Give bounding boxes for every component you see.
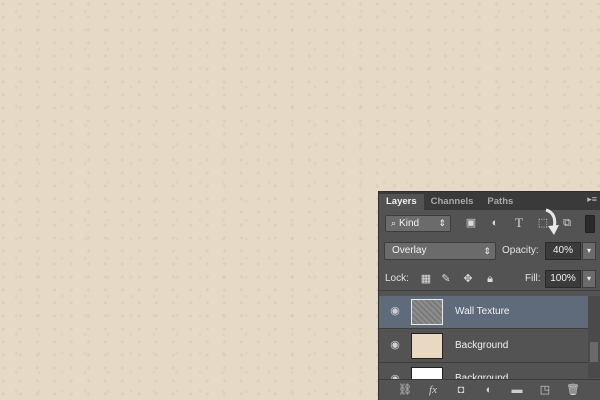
kind-label: Kind [399,218,420,229]
lock-row: Lock: ▦ ✎ ✥ 🔒︎ Fill: 100% ▾ [379,268,600,291]
layer-thumbnail [411,333,443,359]
fill-dropdown-button[interactable]: ▾ [582,270,596,288]
trash-icon[interactable]: 🗑︎ [565,383,581,397]
layer-row-wall-texture[interactable]: ◉ Wall Texture [379,296,588,329]
scrollbar-thumb[interactable] [590,342,598,362]
new-layer-icon[interactable]: ◳ [537,383,553,397]
tab-paths[interactable]: Paths [480,194,520,210]
fx-icon[interactable]: fx [425,383,441,397]
panel-menu-icon[interactable]: ▸≡ [587,194,597,205]
blend-row: Overlay ⇕ Opacity: 40% ▾ [379,240,600,262]
eye-icon[interactable]: ◉ [388,305,402,317]
search-icon: ⌕ [391,218,397,228]
eye-icon[interactable]: ◉ [388,339,402,351]
opacity-input[interactable]: 40% [545,242,581,260]
filter-toggle[interactable] [585,215,595,233]
adjustment-filter-icon[interactable]: ◐ [487,215,503,231]
link-icon[interactable]: ⛓ [397,383,413,397]
lock-move-icon[interactable]: ✥ [461,272,475,286]
tab-layers[interactable]: Layers [379,194,424,210]
fill-input[interactable]: 100% [545,270,581,288]
tab-channels[interactable]: Channels [424,194,481,210]
layers-panel: Layers Channels Paths ▸≡ ⌕ Kind ⇕ ▣ ◐ T ⬚… [378,191,600,400]
blend-mode-select[interactable]: Overlay ⇕ [384,242,496,260]
chevron-updown-icon: ⇕ [438,218,446,228]
layer-name[interactable]: Background [455,330,508,362]
layer-name[interactable]: Wall Texture [455,296,509,328]
lock-all-icon[interactable]: 🔒︎ [483,272,497,286]
filter-row: ⌕ Kind ⇕ ▣ ◐ T ⬚ ⧉ [379,212,600,236]
annotation-arrow-icon [545,208,559,235]
layer-thumbnail [411,299,443,325]
layer-row-background-2[interactable]: ◉ Background [379,364,588,380]
type-filter-icon[interactable]: T [511,215,527,231]
panel-tabs: Layers Channels Paths ▸≡ [379,192,600,210]
layer-row-background[interactable]: ◉ Background [379,330,588,363]
adjustment-icon[interactable]: ◐ [481,383,497,397]
folder-icon[interactable]: ▬ [509,383,525,397]
blend-mode-value: Overlay [392,245,427,256]
layer-name[interactable]: Background [455,364,508,379]
image-filter-icon[interactable]: ▣ [463,215,479,231]
lock-paint-icon[interactable]: ✎ [439,272,453,286]
fill-label: Fill: [525,273,541,284]
mask-icon[interactable]: ◘ [453,383,469,397]
chevron-updown-icon: ⇕ [483,246,491,256]
layers-footer-toolbar: ⛓ fx ◘ ◐ ▬ ◳ 🗑︎ [379,379,600,400]
lock-label: Lock: [385,273,409,284]
opacity-dropdown-button[interactable]: ▾ [582,242,596,260]
lock-transparent-icon[interactable]: ▦ [419,272,433,286]
layers-scrollbar[interactable] [588,296,600,378]
kind-filter-select[interactable]: ⌕ Kind ⇕ [385,215,451,232]
opacity-label: Opacity: [502,245,539,256]
